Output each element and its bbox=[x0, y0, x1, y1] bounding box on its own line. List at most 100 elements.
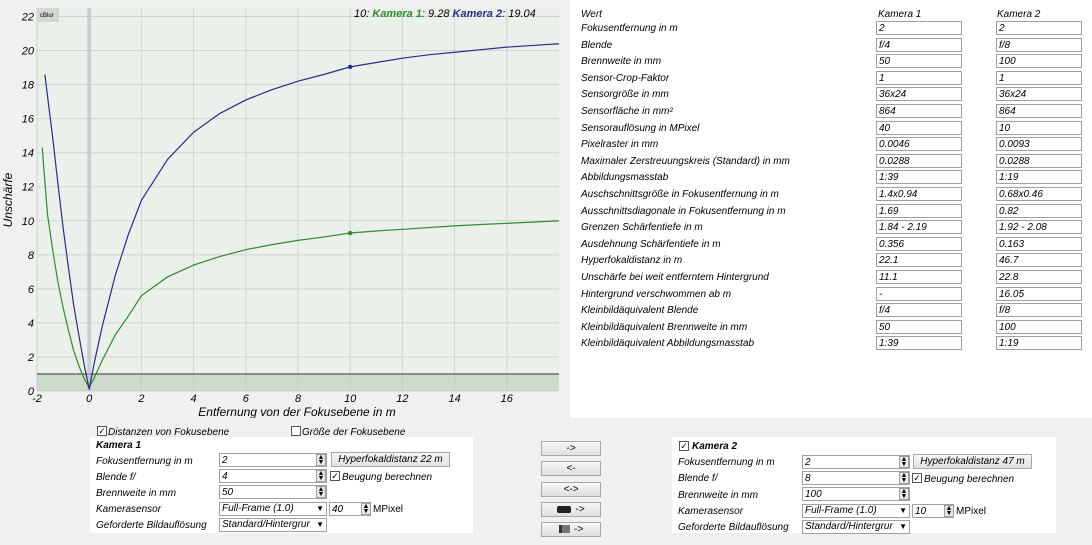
camera2-mpixel-spinner[interactable]: ▲ ▼ bbox=[944, 505, 954, 517]
x-tick-label: 12 bbox=[396, 393, 408, 405]
y-tick-label: 4 bbox=[28, 318, 34, 330]
swap-cameras-button[interactable]: <-> bbox=[541, 482, 601, 497]
y-tick-label: 20 bbox=[21, 46, 35, 58]
table-row: Kleinbildäquivalent Blende f/4 f/8 bbox=[570, 303, 1092, 319]
camera2-value: 864 bbox=[996, 104, 1082, 118]
camera2-focus-spinner[interactable]: ▲ ▼ bbox=[899, 456, 909, 468]
y-tick-label: 8 bbox=[28, 250, 35, 262]
camera2-focal-label: Brennweite in mm bbox=[678, 490, 759, 501]
y-tick-label: 16 bbox=[22, 114, 35, 126]
x-axis-label: Entfernung von der Fokusebene in m bbox=[198, 405, 395, 418]
x-tick-label: 4 bbox=[191, 393, 197, 405]
camera2-hyperfocal-button[interactable]: Hyperfokaldistanz 47 m bbox=[913, 454, 1032, 469]
chart-readout: 10: Kamera 1: 9.28 Kamera 2: 19.04 bbox=[354, 8, 536, 20]
table-row: Sensor-Crop-Faktor 1 1 bbox=[570, 70, 1092, 87]
camera1-value: 50 bbox=[876, 54, 962, 69]
camera2-value: 0.0093 bbox=[996, 137, 1082, 152]
x-tick-label: 6 bbox=[243, 393, 250, 405]
camera1-value: f/4 bbox=[876, 37, 962, 52]
table-row-label: Kleinbildäquivalent Blende bbox=[581, 305, 699, 317]
camera1-sensor-value: Full-Frame (1.0) bbox=[222, 503, 294, 514]
table-row: Sensorauflösung in MPixel 40 10 bbox=[570, 120, 1092, 137]
camera1-aperture-input[interactable]: 4 bbox=[219, 469, 327, 483]
camera1-sensor-select[interactable]: Full-Frame (1.0) ▼ bbox=[219, 502, 327, 516]
camera2-sensor-select[interactable]: Full-Frame (1.0) ▼ bbox=[802, 504, 910, 518]
y-tick-label: 18 bbox=[22, 80, 35, 92]
camera2-focal-spinner[interactable]: ▲ ▼ bbox=[899, 488, 909, 500]
camera2-focus-input[interactable]: 2 bbox=[802, 455, 910, 469]
camera2-mpixel-label: MPixel bbox=[956, 506, 987, 517]
chevron-down-icon: ▼ bbox=[316, 520, 324, 529]
camera2-sensor-value: Full-Frame (1.0) bbox=[805, 505, 877, 516]
camera-icon bbox=[557, 505, 572, 513]
camera1-focal-spinner[interactable]: ▲ ▼ bbox=[316, 486, 326, 498]
table-header-camera1: Kamera 1 bbox=[878, 9, 922, 20]
camera2-value: 0.0288 bbox=[996, 153, 1082, 168]
camera2-focal-input[interactable]: 100 bbox=[802, 487, 910, 501]
table-row: Sensorgröße in mm 36x24 36x24 bbox=[570, 87, 1092, 103]
camera2-resolution-select[interactable]: Standard/Hintergrur ▼ bbox=[802, 520, 910, 534]
table-row-label: Unschärfe bei weit entferntem Hintergrun… bbox=[581, 272, 769, 283]
blur-chart[interactable]: -2 0 2 4 6 8 10 12 14 16 0246810121416182022 Entf… bbox=[0, 0, 562, 418]
table-row: Kleinbildäquivalent Abbildungsmasstab 1:3… bbox=[570, 336, 1092, 352]
camera1-aperture-spinner[interactable]: ▲ ▼ bbox=[316, 470, 326, 482]
x-tick-label: 16 bbox=[501, 393, 514, 405]
y-tick-label: 2 bbox=[27, 352, 34, 364]
table-row: Auschschnittsgröße in Fokusentfernung in… bbox=[570, 187, 1092, 203]
data-point-marker bbox=[348, 64, 353, 70]
camera1-focus-spinner[interactable]: ▲ ▼ bbox=[316, 454, 326, 466]
camera1-hyperfocal-button[interactable]: Hyperfokaldistanz 22 m bbox=[331, 452, 450, 467]
copy-camera1-to-camera2-button[interactable]: -> bbox=[541, 441, 601, 456]
table-row: Ausschnittsdiagonale in Fokusentfernung … bbox=[570, 203, 1092, 220]
camera1-diffraction-checkbox[interactable]: ✓ bbox=[330, 471, 340, 481]
camera1-value: f/4 bbox=[876, 303, 962, 318]
camera2-value: f/8 bbox=[996, 37, 1082, 52]
camera1-value: 0.356 bbox=[876, 236, 962, 251]
distances-checkbox[interactable]: ✓ bbox=[97, 426, 107, 436]
table-row-label: Abbildungsmasstab bbox=[581, 172, 669, 184]
table-row-label: Blende bbox=[581, 39, 613, 51]
chevron-down-icon: ▼ bbox=[316, 504, 324, 513]
camera2-diffraction-checkbox[interactable]: ✓ bbox=[912, 473, 922, 483]
copy-camera-body-button[interactable]: -> bbox=[541, 502, 601, 517]
copy-camera2-to-camera1-button[interactable]: <- bbox=[541, 461, 601, 476]
x-tick-label: 0 bbox=[86, 393, 93, 405]
camera1-value: 0.0288 bbox=[876, 153, 962, 168]
readout-cam1-value: 9.28 bbox=[428, 8, 450, 20]
camera2-value: 2 bbox=[996, 21, 1082, 35]
camera2-value: 1:19 bbox=[996, 170, 1082, 185]
camera2-enable-checkbox[interactable]: ✓ bbox=[679, 441, 689, 451]
table-row-label: Hyperfokaldistanz in m bbox=[581, 255, 683, 267]
focus-plane-size-checkbox[interactable] bbox=[291, 426, 301, 436]
camera2-aperture-spinner[interactable]: ▲ ▼ bbox=[899, 472, 909, 484]
camera1-resolution-select[interactable]: Standard/Hintergrur ▼ bbox=[219, 518, 327, 532]
camera2-title: Kamera 2 bbox=[692, 441, 738, 452]
y-tick-label: 0 bbox=[28, 386, 35, 398]
table-row-label: Sensorfläche in mm² bbox=[581, 106, 673, 117]
table-header-camera2: Kamera 2 bbox=[997, 9, 1041, 20]
camera1-value: 1.84 - 2.19 bbox=[876, 220, 962, 235]
copy-lens-button[interactable]: -> bbox=[541, 522, 601, 537]
camera1-value: 1.69 bbox=[876, 203, 962, 218]
camera1-value: 2 bbox=[876, 21, 962, 35]
table-row: Maximaler Zerstreuungskreis (Standard) i… bbox=[570, 153, 1092, 170]
table-row-label: Auschschnittsgröße in Fokusentfernung in… bbox=[581, 189, 779, 200]
table-row-label: Sensor-Crop-Faktor bbox=[581, 72, 670, 84]
camera1-focus-input[interactable]: 2 bbox=[219, 453, 327, 467]
camera2-value: 10 bbox=[996, 120, 1082, 135]
table-row-label: Hintergrund verschwommen ab m bbox=[581, 288, 732, 300]
table-row: Hintergrund verschwommen ab m - 16.05 bbox=[570, 286, 1092, 303]
table-row-label: Ausdehnung Schärfentiefe in m bbox=[581, 238, 721, 250]
camera2-value: 46.7 bbox=[996, 253, 1082, 268]
table-row: Brennweite in mm 50 100 bbox=[570, 54, 1092, 70]
camera1-aperture-label: Blende f/ bbox=[96, 472, 136, 483]
chevron-down-icon: ▼ bbox=[899, 522, 907, 531]
table-row-label: Fokusentfernung in m bbox=[581, 23, 678, 34]
data-point-marker bbox=[348, 230, 353, 236]
camera1-mpixel-spinner[interactable]: ▲ ▼ bbox=[361, 503, 371, 515]
acceptable-blur-band bbox=[37, 373, 559, 391]
table-header-value: Wert bbox=[581, 9, 602, 20]
camera2-aperture-input[interactable]: 8 bbox=[802, 471, 910, 485]
camera1-focal-input[interactable]: 50 bbox=[219, 485, 327, 499]
table-row-label: Pixelraster in mm bbox=[581, 139, 659, 151]
